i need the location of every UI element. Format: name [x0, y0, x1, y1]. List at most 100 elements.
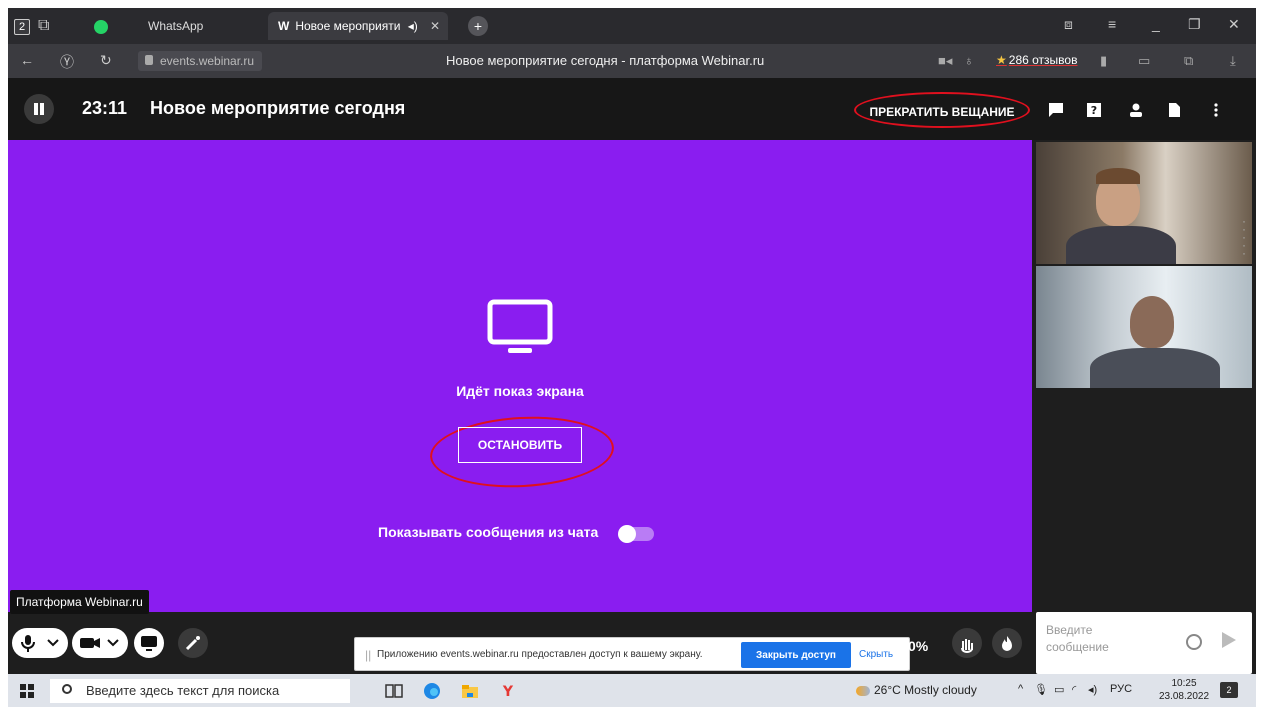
weather-widget[interactable]: 26°C Mostly cloudy [856, 683, 977, 697]
close-window-icon[interactable]: ✕ [1228, 16, 1240, 33]
url-field[interactable]: events.webinar.ru [138, 51, 263, 71]
page-title: Новое мероприятие сегодня - платформа We… [446, 53, 765, 68]
screen-share-button[interactable] [134, 628, 164, 658]
windows-start-icon[interactable] [20, 684, 34, 698]
tooltip: Платформа Webinar.ru [10, 590, 149, 614]
tab-label: WhatsApp [148, 19, 204, 33]
participants-icon[interactable] [1128, 102, 1144, 118]
person-body [1090, 348, 1220, 388]
more-options-icon[interactable]: · · · · · [1242, 215, 1246, 259]
search-icon [62, 684, 72, 694]
video-tile-presenter[interactable]: · · · · · [1036, 142, 1252, 264]
hide-link[interactable]: Скрыть [859, 649, 893, 660]
show-chat-label: Показывать сообщения из чата [378, 524, 599, 540]
questions-icon[interactable]: ? [1086, 102, 1102, 118]
tab-whatsapp[interactable]: WhatsApp [84, 12, 264, 40]
microphone-toggle-button[interactable] [12, 628, 68, 658]
address-bar-row: ← Ⓨ ↻ events.webinar.ru Новое мероприяти… [8, 44, 1256, 78]
tray-expand-icon[interactable]: ^ [1018, 683, 1023, 695]
bookmark-icon[interactable]: ▮ [1100, 53, 1107, 69]
chat-input[interactable]: Введите сообщение [1036, 612, 1252, 674]
language-indicator[interactable]: РУС [1110, 683, 1132, 695]
task-view-icon[interactable] [384, 681, 404, 701]
file-icon[interactable] [1166, 102, 1182, 118]
video-tile-participant[interactable] [1036, 266, 1252, 388]
system-clock[interactable]: 10:25 23.08.2022 [1156, 677, 1212, 703]
chat-input-placeholder: Введите сообщение [1046, 623, 1109, 654]
emoji-icon[interactable] [1186, 634, 1202, 650]
clock-date: 23.08.2022 [1158, 691, 1210, 702]
send-icon[interactable] [1222, 632, 1236, 648]
webinar-header: 23:11 Новое мероприятие сегодня ПРЕКРАТИ… [8, 78, 1256, 140]
star-icon: ★ [996, 53, 1007, 67]
notification-icon[interactable]: 2 [1220, 682, 1238, 698]
back-icon[interactable]: ← [20, 52, 34, 68]
percent-indicator: 0% [908, 638, 929, 654]
person-hair [1096, 168, 1140, 184]
collections-icon[interactable]: ⧈ [1064, 16, 1073, 33]
flame-icon [1002, 636, 1012, 651]
chat-icon[interactable] [1048, 102, 1064, 118]
close-access-button[interactable]: Закрыть доступ [741, 642, 851, 668]
screen-share-stage: Идёт показ экрана ОСТАНОВИТЬ Показывать … [8, 140, 1032, 612]
url-text: events.webinar.ru [160, 54, 255, 68]
lock-icon [145, 55, 153, 65]
tab-label: Новое мероприяти [295, 19, 401, 33]
person-head [1130, 296, 1174, 348]
tab-webinar[interactable]: W Новое мероприяти ◂) ✕ [268, 12, 448, 40]
speaker-icon: ◂) [407, 19, 418, 33]
whatsapp-icon [94, 19, 108, 34]
reaction-button[interactable] [992, 628, 1022, 658]
drag-handle-icon[interactable]: || [365, 648, 371, 662]
stop-broadcast-button[interactable]: ПРЕКРАТИТЬ ВЕЩАНИЕ [854, 92, 1030, 128]
edge-browser-icon[interactable] [422, 681, 442, 701]
battery-icon[interactable]: ▭ [1054, 683, 1064, 696]
volume-icon[interactable]: ◂) [1088, 683, 1097, 696]
hand-icon [961, 639, 973, 654]
show-chat-toggle[interactable] [618, 525, 654, 543]
download-icon[interactable]: ⤓ [1230, 53, 1236, 69]
browser-tab-strip: 2 ⧉ WhatsApp W Новое мероприяти ◂) ✕ + ⧈ … [8, 8, 1256, 44]
toggle-knob [618, 525, 636, 543]
stop-sharing-button[interactable]: ОСТАНОВИТЬ [458, 427, 582, 463]
more-options-icon[interactable] [1208, 102, 1224, 118]
magic-wand-icon [185, 636, 200, 651]
video-column: · · · · · [1032, 140, 1256, 612]
menu-icon[interactable]: ≡ [1108, 16, 1116, 32]
broadcast-timer: 23:11 [82, 98, 128, 118]
pause-button[interactable] [24, 94, 54, 124]
screen: 2 ⧉ WhatsApp W Новое мероприяти ◂) ✕ + ⧈ … [8, 8, 1256, 707]
new-window-icon[interactable]: ⧉ [38, 17, 49, 35]
svg-text:?: ? [1091, 104, 1097, 117]
effects-button[interactable] [178, 628, 208, 658]
yandex-icon[interactable]: Ⓨ [60, 52, 74, 72]
close-tab-icon[interactable]: ✕ [430, 12, 440, 40]
event-title: Новое мероприятие сегодня [150, 98, 406, 118]
weather-text: 26°C Mostly cloudy [874, 683, 977, 697]
weather-icon [856, 685, 870, 696]
person-body [1066, 226, 1176, 264]
tab-count-badge[interactable]: 2 [14, 19, 30, 35]
wifi-icon[interactable]: ◜ [1072, 683, 1076, 696]
yandex-browser-icon[interactable]: Y [498, 681, 518, 701]
battery-icon[interactable]: ▭ [1138, 53, 1150, 69]
extensions-icon[interactable]: ⧉ [1184, 53, 1193, 69]
share-notice-message: Приложению events.webinar.ru предоставле… [377, 649, 703, 660]
file-explorer-icon[interactable] [460, 681, 480, 701]
new-tab-button[interactable]: + [468, 16, 488, 36]
minimize-icon[interactable]: _ [1152, 16, 1160, 32]
screen-share-notification: || Приложению events.webinar.ru предоста… [354, 637, 910, 671]
reload-icon[interactable]: ↻ [100, 52, 112, 69]
taskbar-search-field[interactable]: Введите здесь текст для поиска [50, 679, 350, 703]
restore-icon[interactable]: ❐ [1188, 16, 1201, 33]
reviews-link[interactable]: ★ 286 отзывов [996, 53, 1077, 67]
microphone-icon[interactable]: 🎙 [1034, 683, 1048, 696]
raise-hand-button[interactable] [952, 628, 982, 658]
microphone-icon [21, 635, 59, 652]
webinar-favicon-icon: W [278, 19, 290, 33]
monitor-icon [487, 299, 553, 353]
microphone-icon[interactable]: ♁ [964, 53, 974, 68]
clock-time: 10:25 [1171, 678, 1197, 689]
camera-toggle-button[interactable] [72, 628, 128, 658]
camera-icon[interactable]: ■◂ [938, 53, 952, 69]
